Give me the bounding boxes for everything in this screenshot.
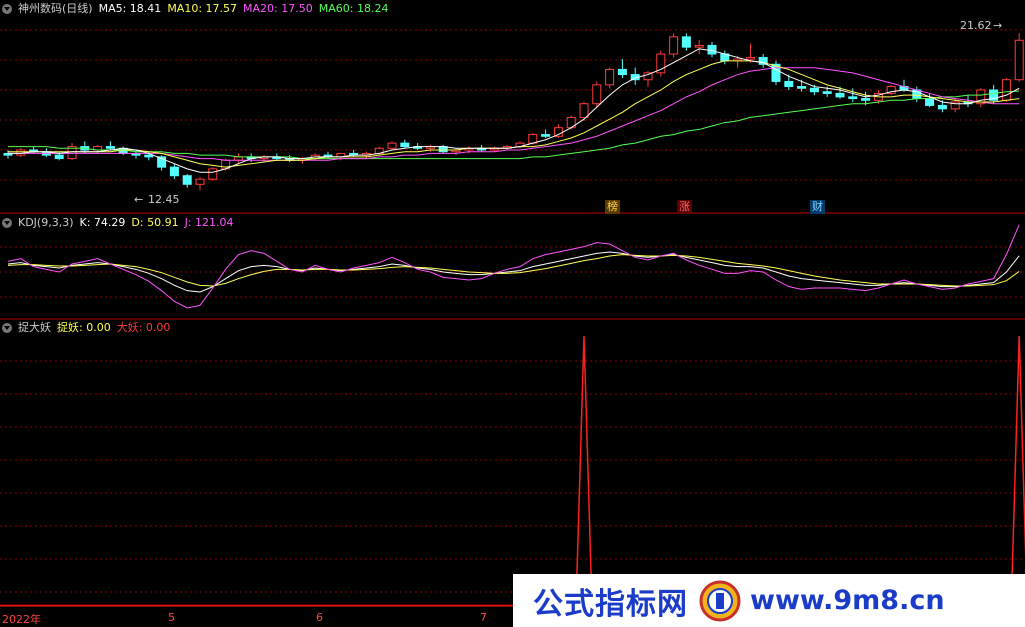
ma5-label: MA5: 18.41 [98,2,162,15]
kdj-d-label: D: 50.91 [131,216,179,229]
high-price-label: 21.62 [960,19,992,32]
candle-body [105,146,115,149]
candle-body [681,36,691,48]
candle-body [694,44,704,48]
x-axis-label-1: 5 [168,611,175,624]
kdj-d-line [7,254,1020,287]
tag-zhang[interactable]: 涨 [677,200,692,214]
x-axis-label-0: 2022年 [2,613,41,626]
indicator-spike [575,335,593,607]
x-axis-label-3: 7 [480,611,487,624]
tag-bang[interactable]: 榜 [605,200,620,214]
candle-body [541,134,551,137]
candle-body [937,104,947,110]
candle-body [1014,39,1024,81]
candle-body [528,134,538,144]
indicator-name: 捉大妖 [18,321,51,334]
candle-body [400,142,410,148]
candle-body [54,154,64,160]
grid-lines [0,29,1025,606]
ma20-label: MA20: 17.50 [243,2,313,15]
indicator-spikes-group [0,335,1025,607]
low-price-label: 12.45 [148,193,180,206]
kdj-header: KDJ(9,3,3) K: 74.29 D: 50.91 J: 121.04 [0,215,234,231]
kdj-lines-group [7,224,1020,309]
stock-name: 神州数码(日线) [18,2,93,15]
x-axis-label-2: 6 [316,611,323,624]
candle-body [182,175,192,185]
kdj-j-line [7,224,1020,309]
candle-body [861,98,871,101]
indicator-v1-label: 捉妖: 0.00 [57,321,111,334]
ma60-line [8,90,1020,160]
indicator-v2-label: 大妖: 0.00 [116,321,171,334]
candle-body [144,154,154,158]
candle-body [169,166,179,177]
kdj-k-label: K: 74.29 [79,216,126,229]
ma-lines-group [8,48,1020,173]
indicator-spike [1010,335,1025,607]
candle-body [797,86,807,89]
candle-body [195,178,205,185]
collapse-toggle-icon[interactable] [2,218,12,228]
watermark-banner: 公式指标网 www.9m8.cn [513,574,1025,627]
candle-body [387,142,397,149]
watermark-text-cn: 公式指标网 [533,586,688,622]
candle-body [835,92,845,98]
low-arrow: ← [134,193,143,206]
candle-body [605,68,615,86]
chart-canvas[interactable]: 21.62 → ← 12.45 [0,0,1025,627]
indicator-header: 捉大妖 捉妖: 0.00 大妖: 0.00 [0,320,170,336]
candle-body [233,156,243,161]
watermark-text-url: www.9m8.cn [750,585,945,616]
candle-body [784,80,794,88]
candle-body [579,103,589,118]
ma20-line [8,67,1020,161]
ma60-label: MA60: 18.24 [318,2,389,15]
candles-group [3,33,1024,191]
candle-body [745,56,755,60]
candle-body [822,91,832,94]
candle-body [809,87,819,93]
candle-body [1001,79,1011,101]
tag-cai[interactable]: 财 [810,200,825,214]
candle-body [925,98,935,106]
candle-body [848,96,858,100]
price-notes-group: 21.62 → ← 12.45 [134,19,1002,206]
kdj-name: KDJ(9,3,3) [18,216,74,229]
kdj-j-label: J: 121.04 [184,216,234,229]
collapse-toggle-icon[interactable] [2,4,12,14]
candle-body [592,84,602,105]
coin-logo-icon [699,580,741,621]
candle-body [208,168,218,180]
high-arrow: → [993,19,1002,32]
candle-body [669,36,679,55]
collapse-toggle-icon[interactable] [2,323,12,333]
candle-body [617,68,627,76]
ma10-label: MA10: 17.57 [167,2,238,15]
main-chart-header: 神州数码(日线) MA5: 18.41 MA10: 17.57 MA20: 17… [0,1,388,17]
